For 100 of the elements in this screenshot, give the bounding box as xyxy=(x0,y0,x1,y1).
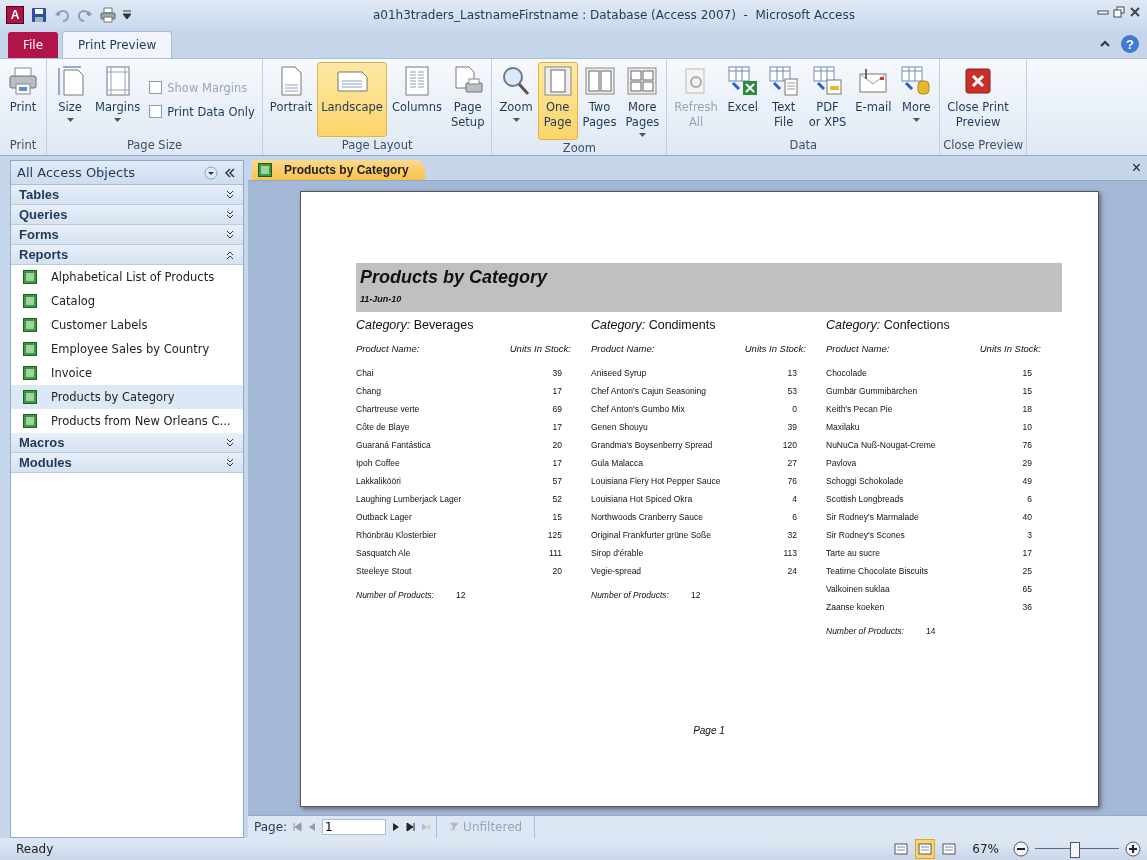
zoom-in-icon[interactable] xyxy=(1125,841,1141,857)
product-name: Scottish Longbreads xyxy=(826,494,904,504)
product-name: Chai xyxy=(356,368,374,378)
ribbon-button[interactable]: Print xyxy=(3,62,43,137)
collapse-pane-icon[interactable] xyxy=(223,165,237,180)
nav-item[interactable]: Employee Sales by Country xyxy=(11,337,243,361)
report-icon xyxy=(23,366,37,380)
page-number: Page 1 xyxy=(693,725,725,736)
nav-group-header[interactable]: Modules xyxy=(11,453,243,473)
product-name: Laughing Lumberjack Lager xyxy=(356,494,462,504)
product-name: Outback Lager xyxy=(356,512,412,522)
zoom-out-icon[interactable] xyxy=(1013,841,1029,857)
ribbon-button[interactable]: Size xyxy=(50,62,90,137)
ribbon-button[interactable]: Landscape xyxy=(317,62,387,137)
group-label: Close Preview xyxy=(943,137,1024,154)
nav-item[interactable]: Invoice xyxy=(11,361,243,385)
view-switch-icon[interactable] xyxy=(916,840,935,858)
units-in-stock: 24 xyxy=(787,566,797,576)
chevron-icon xyxy=(225,249,235,260)
units-in-stock: 4 xyxy=(792,494,797,504)
close-icon[interactable] xyxy=(1129,6,1141,18)
nav-group-header[interactable]: Tables xyxy=(11,185,243,205)
product-name: Guaraná Fantástica xyxy=(356,440,431,450)
report-icon xyxy=(23,390,37,404)
units-in-stock: 69 xyxy=(552,404,562,414)
printer-icon xyxy=(7,65,39,97)
file-tab[interactable]: File xyxy=(8,32,59,58)
ribbon-button[interactable]: Excel xyxy=(722,62,763,137)
count-label: Number of Products: xyxy=(591,590,669,600)
navigation-pane-header[interactable]: All Access Objects xyxy=(11,161,243,185)
nav-group-header[interactable]: Queries xyxy=(11,205,243,225)
product-name: Sir Rodney's Marmalade xyxy=(826,512,919,522)
units-in-stock: 17 xyxy=(1022,548,1032,558)
product-name: Ipoh Coffee xyxy=(356,458,400,468)
group-label: Zoom xyxy=(561,140,597,157)
checkbox[interactable]: Print Data Only xyxy=(149,104,255,119)
product-name: Steeleye Stout xyxy=(356,566,412,576)
nav-item[interactable]: Products by Category xyxy=(11,385,243,409)
last-page-icon[interactable] xyxy=(406,822,417,832)
nav-item[interactable]: Alphabetical List of Products xyxy=(11,265,243,289)
save-icon[interactable] xyxy=(31,7,47,23)
view-switch-icon[interactable] xyxy=(892,840,911,858)
printer-icon[interactable] xyxy=(100,7,116,23)
product-name: Sasquatch Ale xyxy=(356,548,411,558)
view-switch-icon[interactable] xyxy=(940,840,959,858)
ribbon-button[interactable]: Text File xyxy=(763,62,804,137)
chevron-icon xyxy=(225,457,235,468)
product-name: Valkoinen suklaa xyxy=(826,584,890,594)
dropdown-icon[interactable] xyxy=(204,165,218,180)
count-label: Number of Products: xyxy=(826,626,904,636)
ribbon-button[interactable]: Zoom xyxy=(495,62,537,140)
product-name: Teatime Chocolate Biscuits xyxy=(826,566,929,576)
units-in-stock: 65 xyxy=(1022,584,1032,594)
funnel-icon xyxy=(449,822,460,832)
document-tab[interactable]: Products by Category xyxy=(252,160,425,180)
group-label: Page Size xyxy=(125,137,183,154)
ribbon-button[interactable]: Close Print Preview xyxy=(943,62,1013,137)
units-in-stock: 27 xyxy=(787,458,797,468)
product-name: Vegie-spread xyxy=(591,566,642,576)
ribbon-tab[interactable]: Print Preview xyxy=(62,31,173,58)
product-name: Gula Malacca xyxy=(591,458,643,468)
ribbon-button[interactable]: Two Pages xyxy=(578,62,621,140)
close-document-button[interactable]: × xyxy=(1125,159,1147,177)
units-in-stock: 10 xyxy=(1022,422,1032,432)
ribbon-button[interactable]: Page Setup xyxy=(446,62,489,137)
units-in-stock: 57 xyxy=(552,476,562,486)
nav-group-header[interactable]: Forms xyxy=(11,225,243,245)
ribbon-button[interactable]: Columns xyxy=(387,62,446,137)
nav-group-header[interactable]: Macros xyxy=(11,433,243,453)
ribbon-button[interactable]: Portrait xyxy=(265,62,317,137)
ribbon-button[interactable]: One Page xyxy=(537,62,578,140)
product-name: Louisiana Hot Spiced Okra xyxy=(591,494,693,504)
units-in-stock: 25 xyxy=(1022,566,1032,576)
product-name: NuNuCa Nuß-Nougat-Creme xyxy=(826,440,936,450)
nav-item[interactable]: Customer Labels xyxy=(11,313,243,337)
help-button[interactable]: ? xyxy=(1121,35,1139,53)
one-page-icon xyxy=(541,65,574,97)
excel-export-icon xyxy=(726,65,759,97)
page-number-field[interactable]: 1 xyxy=(322,819,387,835)
category-heading: Category: Condiments xyxy=(591,318,717,332)
units-in-stock: 76 xyxy=(1022,440,1032,450)
ribbon-button[interactable]: More xyxy=(896,62,937,137)
product-name: Grandma's Boysenberry Spread xyxy=(591,440,713,450)
window-title: a01h3traders_LastnameFirstname : Database (Access 2007) - Microsoft Access xyxy=(372,8,856,22)
nav-item[interactable]: Catalog xyxy=(11,289,243,313)
restore-icon[interactable] xyxy=(1113,6,1125,18)
units-in-stock: 39 xyxy=(787,422,797,432)
app-logo[interactable]: A xyxy=(6,6,24,24)
product-name: Gumbär Gummibärchen xyxy=(826,386,918,396)
product-name: Maxilaku xyxy=(826,422,860,432)
zoom-level: 67% xyxy=(972,842,999,856)
ribbon-button[interactable]: More Pages xyxy=(621,62,664,140)
units-in-stock: 52 xyxy=(552,494,562,504)
ribbon-button[interactable]: PDF or XPS xyxy=(804,62,851,137)
units-in-stock: 111 xyxy=(549,548,562,558)
ribbon-button[interactable]: E-mail xyxy=(851,62,896,137)
pdf-export-icon xyxy=(811,65,844,97)
nav-group-header[interactable]: Reports xyxy=(11,245,243,265)
ribbon-button[interactable]: Margins xyxy=(91,62,145,137)
nav-item[interactable]: Products from New Orleans C... xyxy=(11,409,243,433)
